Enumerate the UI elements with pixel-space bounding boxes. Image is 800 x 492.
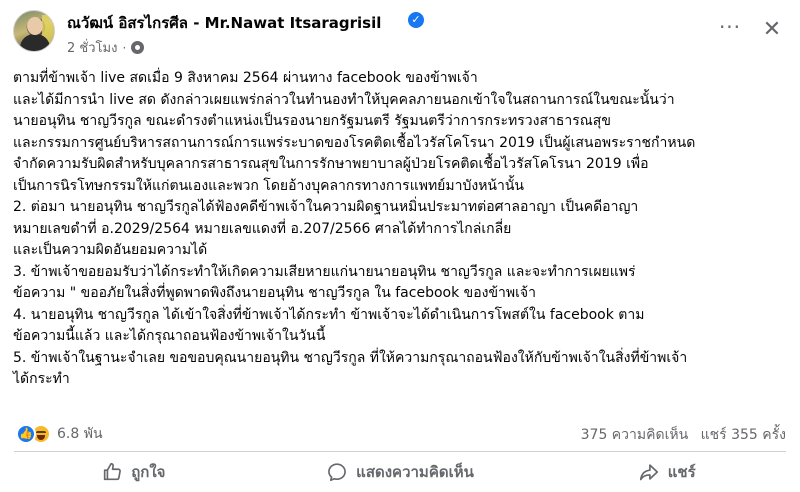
comment-count[interactable]: 375 ความคิดเห็น: [581, 427, 689, 443]
globe-icon[interactable]: [131, 41, 145, 54]
comment-bubble-icon: [328, 463, 347, 482]
avatar[interactable]: [13, 10, 55, 52]
share-count[interactable]: แชร์ 355 ครั้ง: [701, 427, 786, 443]
engagement-counts: 375 ความคิดเห็น แชร์ 355 ครั้ง: [581, 424, 786, 446]
share-label: แชร์: [667, 463, 696, 481]
post-line: นายอนุทิน ชาญวีรกูล ขณะดำรงตำแหน่งเป็นรอ…: [13, 113, 611, 129]
post-line: ข้อความ " ขออภัยในสิ่งที่พูดพาดพิงถึงนาย…: [13, 285, 536, 301]
post-line: 5. ข้าพเจ้าในฐานะจำเลย ขอขอบคุณนายอนุทิน…: [13, 349, 688, 366]
post-line: 3. ข้าพเจ้าขอยอมรับว่าได้กระทำให้เกิดควา…: [13, 263, 636, 280]
more-options-icon[interactable]: ···: [718, 17, 742, 40]
reactions-summary[interactable]: 👍 6.8 พัน: [16, 423, 103, 445]
action-bar: ถูกใจ แสดงความคิดเห็น แชร์: [0, 452, 800, 492]
post-meta: 2 ชั่วโมง ·: [67, 37, 145, 58]
post-line: 2. ต่อมา นายอนุทิน ชาญวีรกูลได้ฟ้องคดีข้…: [13, 199, 639, 215]
post-line: จำกัดความรับผิดสำหรับบุคลากรสาธารณสุขในก…: [13, 156, 649, 172]
post-line: ตามที่ข้าพเจ้า live สดเมื่อ 9 สิงหาคม 25…: [13, 70, 478, 86]
thumbs-up-icon: [104, 462, 122, 481]
post-line: ข้อความนี้แล้ว และได้กรุณาถอนฟ้องข้าพเจ้…: [13, 328, 326, 344]
post-line: หมายเลขดำที่ อ.2029/2564 หมายเลขแดงที่ อ…: [13, 220, 512, 237]
post-line: เป็นการนิรโทษกรรมให้แก่ตนเองและพวก โดยอ้…: [13, 177, 524, 194]
post-text: ตามที่ข้าพเจ้า live สดเมื่อ 9 สิงหาคม 25…: [13, 68, 793, 391]
like-button[interactable]: ถูกใจ: [0, 452, 267, 492]
share-button[interactable]: แชร์: [533, 452, 800, 492]
meta-separator: ·: [122, 40, 127, 55]
post-line: 4. นายอนุทิน ชาญวีรกูล ได้เข้าใจสิ่งที่ข…: [13, 306, 645, 323]
comment-button[interactable]: แสดงความคิดเห็น: [267, 452, 534, 492]
close-icon[interactable]: ✕: [760, 18, 784, 42]
reaction-count: 6.8 พัน: [57, 426, 103, 442]
comment-label: แสดงความคิดเห็น: [356, 463, 474, 481]
like-reaction-icon: 👍: [16, 424, 36, 444]
verified-badge-icon: ✓: [408, 12, 424, 28]
post-line: ได้กระทำ: [13, 371, 70, 387]
post-line: และเป็นความผิดอันยอมความได้: [13, 242, 208, 258]
post-line: และได้มีการนำ live สด ดังกล่าวเผยแพร่กล่…: [13, 91, 675, 108]
share-arrow-icon: [639, 464, 658, 481]
post-timestamp[interactable]: 2 ชั่วโมง: [67, 37, 117, 58]
post-stats: 👍 6.8 พัน 375 ความคิดเห็น แชร์ 355 ครั้ง: [0, 418, 800, 448]
author-name[interactable]: ณวัฒน์ อิสรไกรศีล - Mr.Nawat Itsaragrisi…: [67, 11, 381, 35]
like-label: ถูกใจ: [131, 463, 166, 481]
post-line: และกรรมการศูนย์บริหารสถานการณ์การแพร่ระบ…: [13, 134, 696, 151]
post-header: ณวัฒน์ อิสรไกรศีล - Mr.Nawat Itsaragrisi…: [0, 0, 800, 62]
